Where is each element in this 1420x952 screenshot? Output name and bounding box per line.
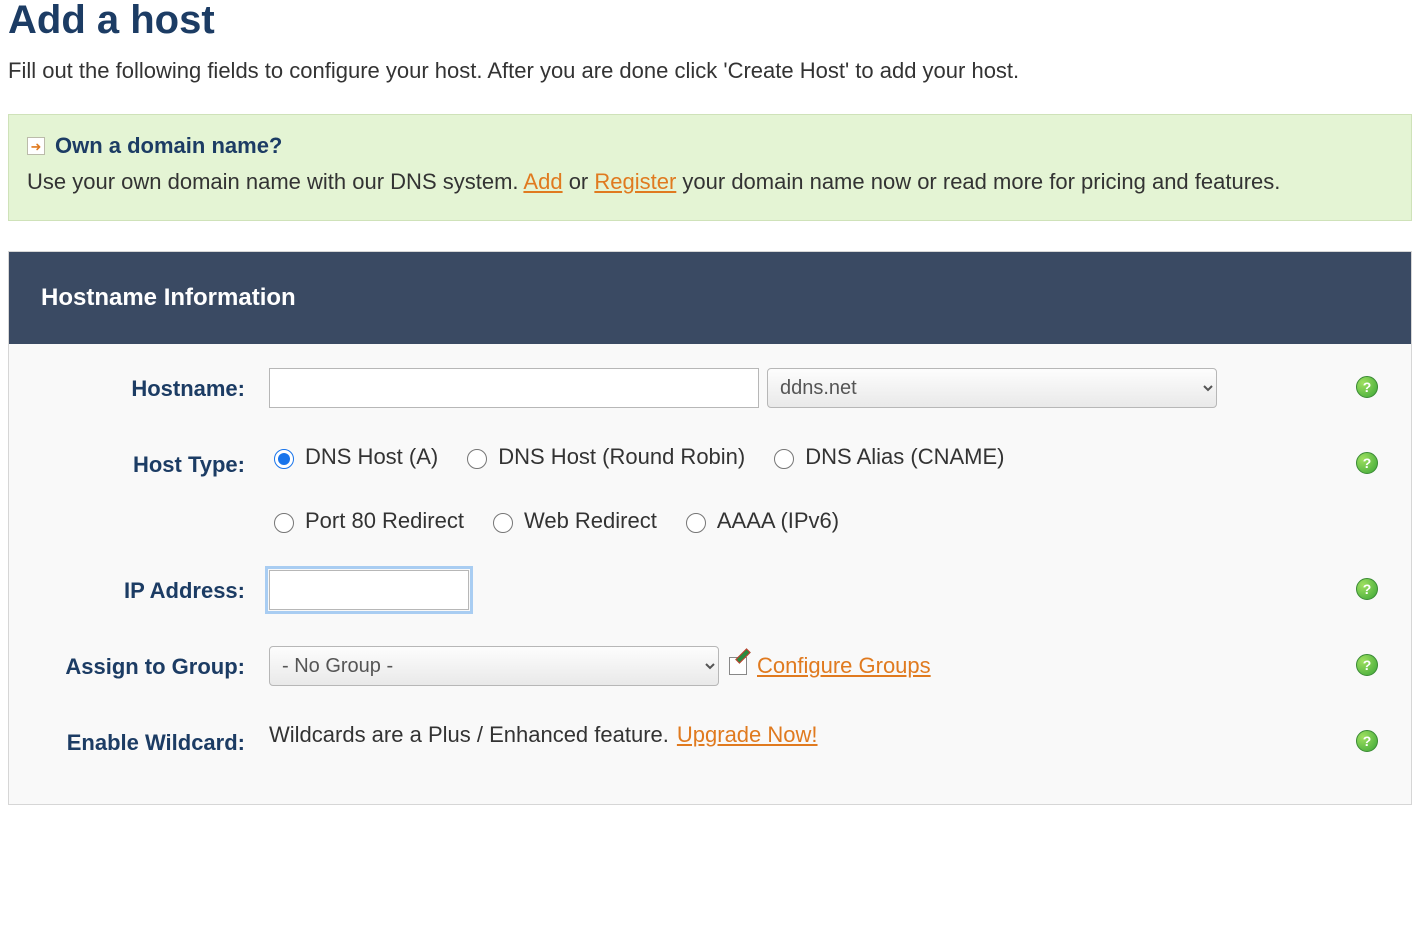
- radio-dns-alias-cname[interactable]: DNS Alias (CNAME): [769, 444, 1004, 470]
- hostname-label: Hostname:: [9, 368, 269, 402]
- panel-header: Hostname Information: [9, 252, 1411, 344]
- register-domain-link[interactable]: Register: [594, 169, 676, 194]
- row-ip-address: IP Address: ?: [9, 552, 1387, 628]
- radio-dns-host-a[interactable]: DNS Host (A): [269, 444, 438, 470]
- radio-aaaa-ipv6-label: AAAA (IPv6): [717, 508, 839, 534]
- radio-aaaa-ipv6[interactable]: AAAA (IPv6): [681, 508, 839, 534]
- notice-text-or: or: [563, 169, 595, 194]
- notice-title: Own a domain name?: [55, 133, 282, 159]
- row-enable-wildcard: Enable Wildcard: Wildcards are a Plus / …: [9, 704, 1387, 774]
- radio-port80-redirect-label: Port 80 Redirect: [305, 508, 464, 534]
- hostname-info-panel: Hostname Information Hostname: ddns.net …: [8, 251, 1412, 805]
- radio-dns-host-rr-input[interactable]: [467, 449, 487, 469]
- assign-group-label: Assign to Group:: [9, 646, 269, 680]
- radio-web-redirect[interactable]: Web Redirect: [488, 508, 657, 534]
- help-icon[interactable]: ?: [1356, 376, 1378, 398]
- domain-notice: ➜ Own a domain name? Use your own domain…: [8, 114, 1412, 221]
- help-icon[interactable]: ?: [1356, 654, 1378, 676]
- radio-web-redirect-input[interactable]: [493, 513, 513, 533]
- row-hostname: Hostname: ddns.net ?: [9, 350, 1387, 426]
- radio-dns-host-rr-label: DNS Host (Round Robin): [498, 444, 745, 470]
- enable-wildcard-label: Enable Wildcard:: [9, 722, 269, 756]
- row-host-type: Host Type: DNS Host (A) DNS Host (Round …: [9, 426, 1387, 552]
- radio-web-redirect-label: Web Redirect: [524, 508, 657, 534]
- configure-groups-link[interactable]: Configure Groups: [757, 653, 931, 679]
- ip-address-label: IP Address:: [9, 570, 269, 604]
- row-assign-group: Assign to Group: - No Group - Configure …: [9, 628, 1387, 704]
- radio-dns-host-a-label: DNS Host (A): [305, 444, 438, 470]
- group-select[interactable]: - No Group -: [269, 646, 719, 686]
- radio-dns-alias-cname-label: DNS Alias (CNAME): [805, 444, 1004, 470]
- notice-text-post: your domain name now or read more for pr…: [676, 169, 1280, 194]
- upgrade-now-link[interactable]: Upgrade Now!: [677, 722, 818, 748]
- hostname-input[interactable]: [269, 368, 759, 408]
- help-icon[interactable]: ?: [1356, 730, 1378, 752]
- radio-dns-host-a-input[interactable]: [274, 449, 294, 469]
- radio-port80-redirect-input[interactable]: [274, 513, 294, 533]
- notice-text-pre: Use your own domain name with our DNS sy…: [27, 169, 523, 194]
- wildcard-text: Wildcards are a Plus / Enhanced feature.: [269, 722, 669, 748]
- help-icon[interactable]: ?: [1356, 578, 1378, 600]
- domain-select[interactable]: ddns.net: [767, 368, 1217, 408]
- radio-port80-redirect[interactable]: Port 80 Redirect: [269, 508, 464, 534]
- ip-address-input[interactable]: [269, 570, 469, 610]
- host-type-label: Host Type:: [9, 444, 269, 478]
- add-domain-link[interactable]: Add: [523, 169, 562, 194]
- notice-body: Use your own domain name with our DNS sy…: [27, 165, 1393, 198]
- arrow-right-icon: ➜: [27, 137, 45, 155]
- help-icon[interactable]: ?: [1356, 452, 1378, 474]
- edit-icon: [727, 655, 749, 677]
- page-subtitle: Fill out the following fields to configu…: [8, 58, 1412, 84]
- radio-aaaa-ipv6-input[interactable]: [686, 513, 706, 533]
- page-title: Add a host: [8, 0, 1412, 40]
- radio-dns-host-rr[interactable]: DNS Host (Round Robin): [462, 444, 745, 470]
- radio-dns-alias-cname-input[interactable]: [774, 449, 794, 469]
